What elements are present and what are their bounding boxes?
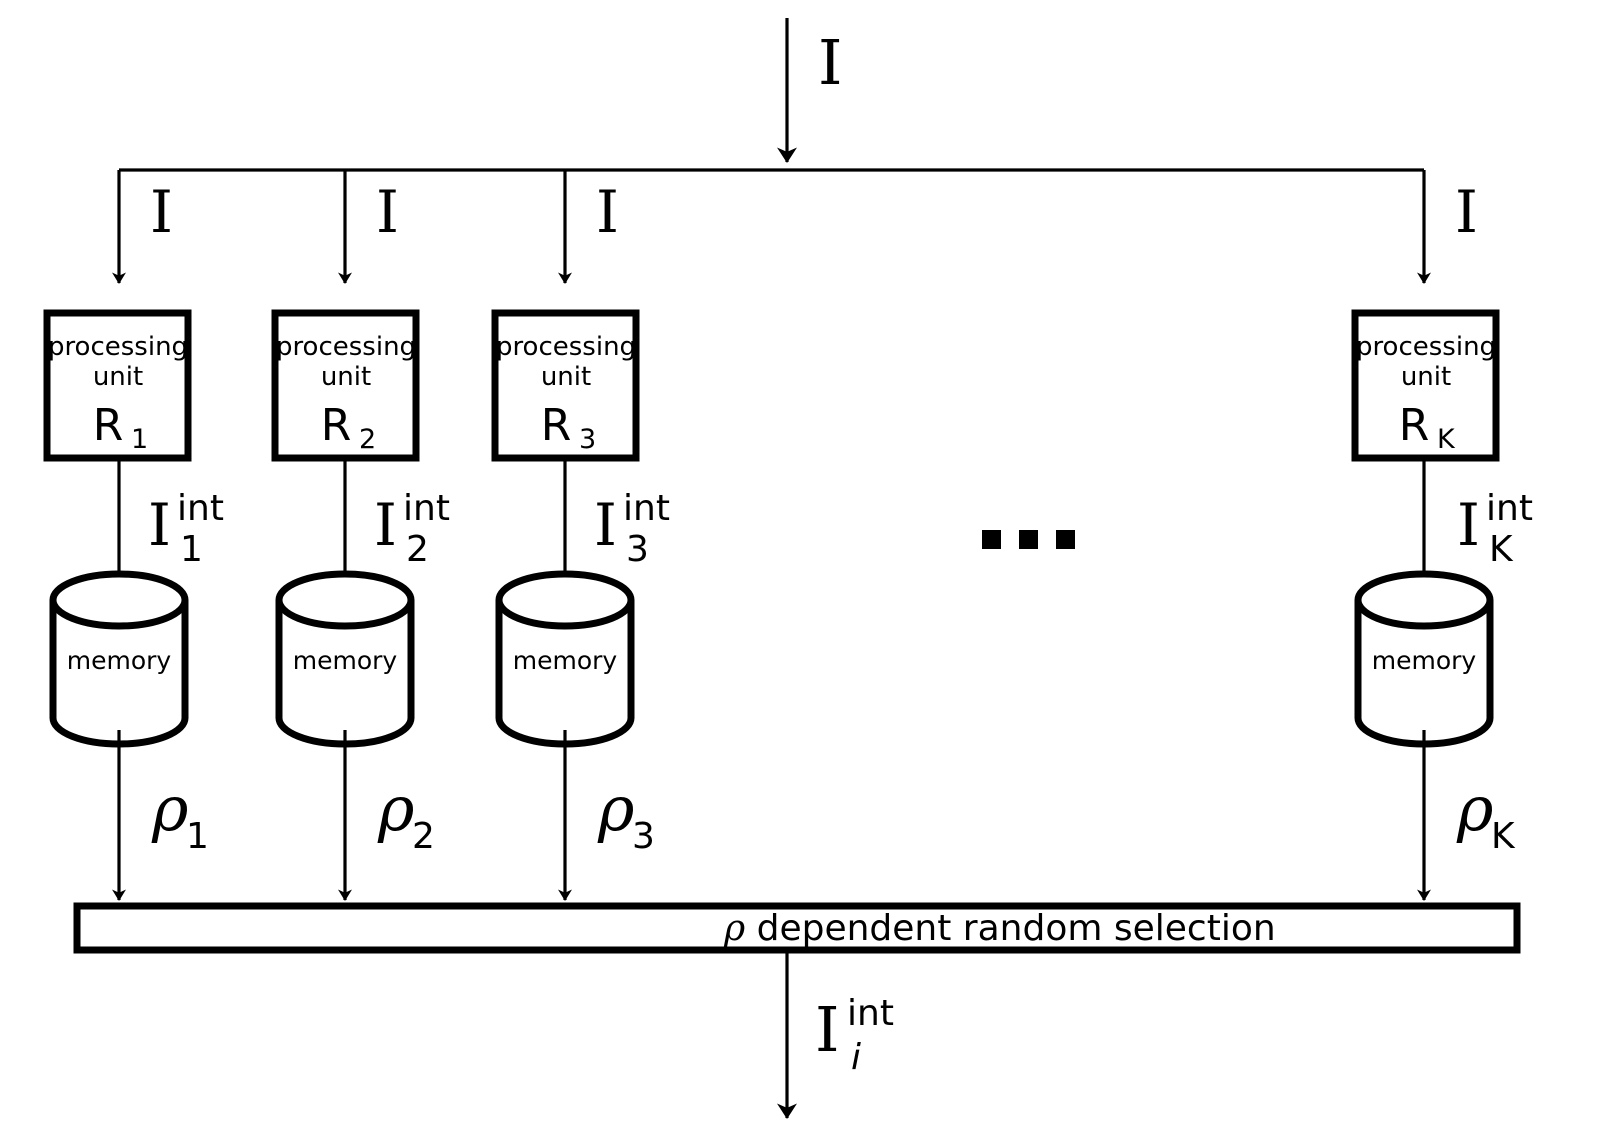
- interconnect-superscript-k: int: [1486, 488, 1533, 529]
- processing-unit-2[interactable]: processing unit R 2: [271, 309, 420, 462]
- output-superscript: int: [847, 993, 894, 1034]
- interconnect-label-3: I int 3: [594, 488, 670, 570]
- branch-label-3: I: [596, 178, 619, 246]
- rho-symbol-3: ρ: [597, 772, 634, 845]
- rho-symbol-2: ρ: [377, 772, 414, 845]
- branch-label-k: I: [1455, 178, 1478, 246]
- interconnect-label-k: I int K: [1457, 488, 1533, 570]
- ellipsis-dot-2: [1019, 530, 1038, 549]
- rho-subscript-3: 3: [632, 816, 655, 857]
- interconnect-subscript-1: 1: [180, 529, 203, 570]
- processing-unit-k-line1: processing: [1356, 332, 1496, 362]
- columns-ellipsis: [982, 530, 1075, 549]
- ellipsis-dot-3: [1056, 530, 1075, 549]
- branch-label-1: I: [150, 178, 173, 246]
- processing-unit-1-line2: unit: [93, 362, 143, 392]
- distribution-bus: [112, 168, 1431, 284]
- processing-unit-3-symbol: R: [541, 400, 572, 451]
- rho-subscript-2: 2: [412, 816, 435, 857]
- processing-unit-k-line2: unit: [1401, 362, 1451, 392]
- processing-unit-k-subscript: K: [1437, 424, 1456, 455]
- interconnect-base-3: I: [594, 491, 617, 559]
- interconnect-superscript-2: int: [403, 488, 450, 529]
- top-input-label: I: [818, 26, 843, 99]
- memory-1[interactable]: memory: [49, 570, 189, 748]
- selection-text: dependent random selection: [745, 908, 1276, 949]
- processing-unit-1[interactable]: processing unit R 1: [43, 309, 192, 462]
- interconnect-subscript-2: 2: [406, 529, 429, 570]
- rho-subscript-k: K: [1491, 816, 1516, 857]
- processing-unit-2-line2: unit: [321, 362, 371, 392]
- memory-3[interactable]: memory: [495, 570, 635, 748]
- output-label: I int i: [815, 993, 894, 1078]
- memory-2[interactable]: memory: [275, 570, 415, 748]
- rho-label-k: ρ K: [1456, 772, 1516, 857]
- processing-unit-3[interactable]: processing unit R 3: [491, 309, 640, 462]
- rho-subscript-1: 1: [186, 816, 209, 857]
- output-base: I: [815, 993, 840, 1066]
- processing-unit-1-symbol: R: [93, 400, 124, 451]
- ellipsis-dot-1: [982, 530, 1001, 549]
- interconnect-subscript-3: 3: [626, 529, 649, 570]
- selection-rho-symbol: ρ: [723, 908, 745, 949]
- memory-k-label: memory: [1372, 646, 1477, 675]
- processing-unit-2-line1: processing: [276, 332, 416, 362]
- processing-unit-3-line2: unit: [541, 362, 591, 392]
- processing-unit-k[interactable]: processing unit R K: [1351, 309, 1500, 462]
- interconnect-base-1: I: [148, 491, 171, 559]
- processing-unit-2-subscript: 2: [359, 424, 376, 455]
- interconnect-superscript-1: int: [177, 488, 224, 529]
- flow-diagram: I I I I I processing unit R 1 I int 1 me…: [43, 18, 1533, 1119]
- memory-1-label: memory: [67, 646, 172, 675]
- processing-unit-3-subscript: 3: [579, 424, 596, 455]
- memory-2-label: memory: [293, 646, 398, 675]
- output-subscript: i: [851, 1037, 861, 1078]
- memory-k[interactable]: memory: [1354, 570, 1494, 748]
- interconnect-subscript-k: K: [1489, 529, 1514, 570]
- rho-symbol-1: ρ: [151, 772, 188, 845]
- selection-bar[interactable]: ρ dependent random selection: [73, 902, 1521, 954]
- processing-unit-1-subscript: 1: [131, 424, 148, 455]
- branch-label-2: I: [376, 178, 399, 246]
- interconnect-label-1: I int 1: [148, 488, 224, 570]
- processing-unit-3-line1: processing: [496, 332, 636, 362]
- rho-label-1: ρ 1: [151, 772, 209, 857]
- rho-label-2: ρ 2: [377, 772, 435, 857]
- memory-3-label: memory: [513, 646, 618, 675]
- processing-unit-k-symbol: R: [1399, 400, 1430, 451]
- processing-unit-2-symbol: R: [321, 400, 352, 451]
- selection-bar-label: ρ dependent random selection: [723, 908, 1276, 949]
- interconnect-superscript-3: int: [623, 488, 670, 529]
- interconnect-label-2: I int 2: [374, 488, 450, 570]
- diagram-canvas: I I I I I processing unit R 1 I int 1 me…: [0, 0, 1600, 1132]
- interconnect-base-2: I: [374, 491, 397, 559]
- processing-unit-1-line1: processing: [48, 332, 188, 362]
- interconnect-base-k: I: [1457, 491, 1480, 559]
- rho-label-3: ρ 3: [597, 772, 655, 857]
- rho-symbol-k: ρ: [1456, 772, 1493, 845]
